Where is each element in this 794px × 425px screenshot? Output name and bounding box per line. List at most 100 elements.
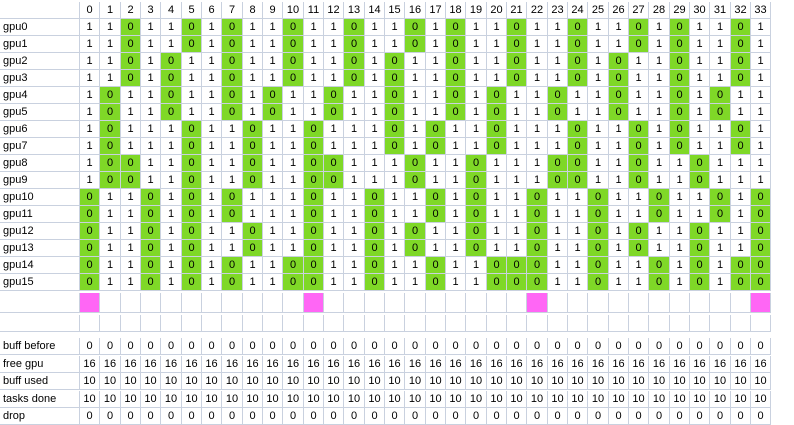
gpu-cell[interactable]: 1 [751, 87, 771, 104]
stat-cell[interactable]: 0 [426, 338, 446, 355]
gpu-cell[interactable]: 1 [365, 155, 385, 172]
stat-cell[interactable]: 10 [426, 390, 446, 408]
stat-cell[interactable]: 10 [161, 373, 182, 390]
gpu-cell[interactable]: 0 [446, 53, 466, 70]
stat-cell[interactable]: 16 [588, 355, 609, 373]
gpu-cell[interactable]: 0 [161, 87, 182, 104]
stat-cell[interactable]: 0 [121, 408, 141, 425]
gpu-cell[interactable]: 0 [487, 87, 507, 104]
gpu-cell[interactable]: 1 [446, 257, 466, 274]
stat-cell[interactable]: 16 [385, 355, 405, 373]
gpu-cell[interactable]: 1 [731, 172, 751, 189]
column-header[interactable]: 9 [263, 2, 283, 19]
gpu-cell[interactable]: 0 [344, 36, 365, 53]
gpu-cell[interactable]: 1 [446, 155, 466, 172]
empty-cell[interactable] [629, 293, 649, 313]
gpu-cell[interactable]: 0 [304, 138, 324, 155]
gpu-cell[interactable]: 1 [588, 36, 609, 53]
empty-cell[interactable] [466, 315, 487, 332]
gpu-cell[interactable]: 1 [527, 172, 548, 189]
gpu-cell[interactable]: 1 [283, 155, 304, 172]
gpu-cell[interactable]: 0 [548, 155, 568, 172]
empty-cell[interactable] [690, 293, 710, 313]
gpu-cell[interactable]: 0 [446, 70, 466, 87]
gpu-cell[interactable]: 1 [182, 70, 202, 87]
gpu-cell[interactable]: 0 [365, 257, 385, 274]
gpu-cell[interactable]: 1 [344, 240, 365, 257]
gpu-cell[interactable]: 1 [365, 87, 385, 104]
gpu-cell[interactable]: 1 [263, 138, 283, 155]
gpu-cell[interactable]: 0 [426, 121, 446, 138]
gpu-cell[interactable]: 1 [161, 189, 182, 206]
gpu-cell[interactable]: 1 [121, 87, 141, 104]
stat-cell[interactable]: 10 [141, 373, 161, 390]
gpu-cell[interactable]: 1 [731, 240, 751, 257]
empty-cell[interactable] [507, 293, 527, 313]
gpu-cell[interactable]: 0 [365, 189, 385, 206]
stat-cell[interactable]: 10 [243, 390, 263, 408]
gpu-cell[interactable]: 1 [243, 257, 263, 274]
gpu-cell[interactable]: 1 [283, 121, 304, 138]
stat-cell[interactable]: 0 [731, 338, 751, 355]
gpu-cell[interactable]: 0 [710, 189, 731, 206]
gpu-cell[interactable]: 1 [243, 189, 263, 206]
gpu-cell[interactable]: 0 [751, 223, 771, 240]
gpu-cell[interactable]: 1 [629, 70, 649, 87]
empty-cell[interactable] [222, 293, 243, 313]
column-header[interactable]: 30 [690, 2, 710, 19]
column-header[interactable]: 13 [344, 2, 365, 19]
stat-cell[interactable]: 16 [507, 355, 527, 373]
gpu-cell[interactable]: 1 [202, 104, 222, 121]
gpu-cell[interactable]: 1 [426, 155, 446, 172]
gpu-cell[interactable]: 1 [365, 172, 385, 189]
gpu-cell[interactable]: 0 [690, 240, 710, 257]
gpu-cell[interactable]: 0 [80, 206, 100, 223]
gpu-cell[interactable]: 1 [121, 223, 141, 240]
stat-cell[interactable]: 0 [405, 408, 426, 425]
column-header[interactable]: 8 [243, 2, 263, 19]
gpu-cell[interactable]: 1 [690, 104, 710, 121]
empty-cell[interactable] [710, 315, 731, 332]
stat-cell[interactable]: 0 [751, 408, 771, 425]
gpu-cell[interactable]: 0 [466, 172, 487, 189]
stat-cell[interactable]: 16 [324, 355, 344, 373]
gpu-cell[interactable]: 1 [466, 121, 487, 138]
stat-cell[interactable]: 10 [405, 390, 426, 408]
stat-cell[interactable]: 0 [385, 338, 405, 355]
gpu-cell[interactable]: 0 [568, 70, 588, 87]
column-header[interactable]: 24 [568, 2, 588, 19]
gpu-cell[interactable]: 1 [670, 223, 690, 240]
gpu-cell[interactable]: 0 [649, 257, 670, 274]
gpu-cell[interactable]: 1 [283, 172, 304, 189]
gpu-cell[interactable]: 1 [568, 240, 588, 257]
stat-cell[interactable]: 0 [446, 338, 466, 355]
gpu-cell[interactable]: 1 [365, 104, 385, 121]
gpu-cell[interactable]: 0 [182, 189, 202, 206]
row-label[interactable]: gpu4 [0, 87, 80, 104]
gpu-cell[interactable]: 1 [100, 36, 121, 53]
stat-cell[interactable]: 0 [243, 408, 263, 425]
stat-cell[interactable]: 16 [141, 355, 161, 373]
gpu-cell[interactable]: 1 [202, 87, 222, 104]
gpu-cell[interactable]: 0 [141, 274, 161, 291]
stat-cell[interactable]: 16 [568, 355, 588, 373]
stat-cell[interactable]: 10 [141, 390, 161, 408]
gpu-cell[interactable]: 0 [222, 19, 243, 36]
column-header[interactable]: 33 [751, 2, 771, 19]
gpu-cell[interactable]: 0 [670, 121, 690, 138]
column-header[interactable]: 1 [100, 2, 121, 19]
gpu-cell[interactable]: 1 [751, 70, 771, 87]
stat-cell[interactable]: 16 [202, 355, 222, 373]
stat-cell[interactable]: 0 [609, 408, 629, 425]
gpu-cell[interactable]: 0 [121, 155, 141, 172]
gpu-cell[interactable]: 0 [507, 19, 527, 36]
gpu-cell[interactable]: 0 [182, 257, 202, 274]
gpu-cell[interactable]: 1 [751, 36, 771, 53]
stat-cell[interactable]: 16 [182, 355, 202, 373]
stat-cell[interactable]: 16 [446, 355, 466, 373]
empty-cell[interactable] [588, 293, 609, 313]
stat-cell[interactable]: 16 [405, 355, 426, 373]
gpu-cell[interactable]: 1 [202, 223, 222, 240]
gpu-cell[interactable]: 1 [100, 274, 121, 291]
gpu-cell[interactable]: 1 [222, 121, 243, 138]
